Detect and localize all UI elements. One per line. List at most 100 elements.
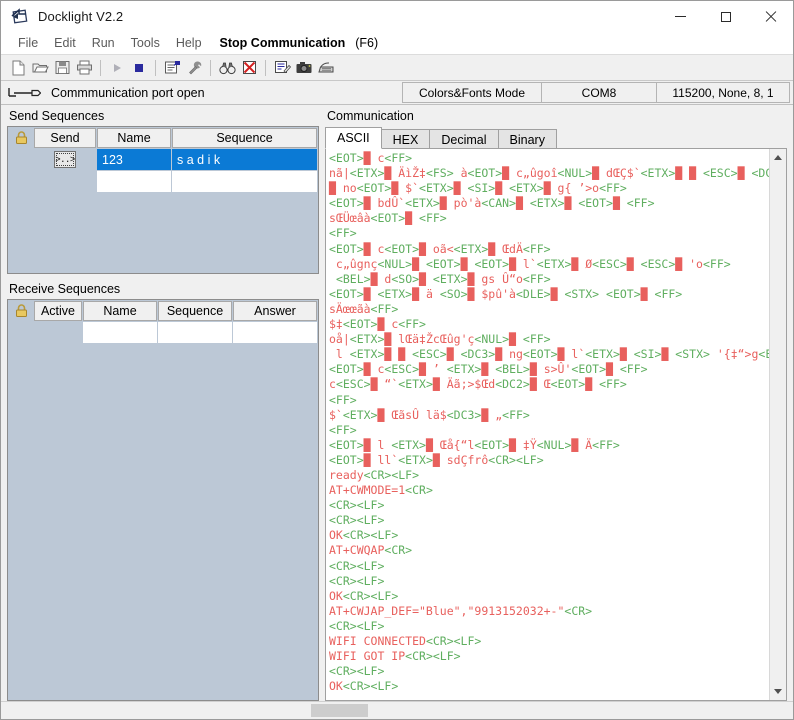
chevron-up-icon <box>774 155 782 160</box>
data-token: oå| <box>329 332 350 347</box>
active-column-header[interactable]: Active <box>34 301 82 321</box>
control-token: <CR><LF> <box>329 558 385 573</box>
data-token: █ oã< <box>419 241 454 256</box>
table-row[interactable]: >..> 123 s a d i k <box>8 149 318 170</box>
menu-help[interactable]: Help <box>168 34 210 53</box>
padlock-icon[interactable] <box>9 301 33 321</box>
maximize-button[interactable] <box>703 1 748 32</box>
communication-log-line: <EOT>█ c<FF> <box>329 151 769 166</box>
send-sequence-button[interactable]: >..> <box>54 151 76 168</box>
send-row-sequence[interactable] <box>172 171 317 192</box>
clear-red-x-icon[interactable] <box>238 57 260 78</box>
communication-log-line: <CR><LF> <box>329 559 769 574</box>
scroll-up-button[interactable] <box>770 149 786 166</box>
data-token: █ <box>626 256 641 271</box>
print-icon[interactable] <box>73 57 95 78</box>
control-token: <ETX> <box>419 181 454 196</box>
tab-binary[interactable]: Binary <box>497 129 557 149</box>
table-row[interactable] <box>8 322 318 343</box>
find-binoculars-icon[interactable] <box>216 57 238 78</box>
new-file-icon[interactable] <box>7 57 29 78</box>
data-token: █ <box>495 181 510 196</box>
menu-edit[interactable]: Edit <box>46 34 84 53</box>
communication-log-line: <CR><LF> <box>329 513 769 528</box>
toolbar <box>1 54 793 81</box>
send-row-name[interactable] <box>97 171 171 192</box>
name-column-header[interactable]: Name <box>97 128 171 148</box>
data-token: OK <box>329 679 343 694</box>
menu-run[interactable]: Run <box>84 34 123 53</box>
run-play-icon[interactable] <box>106 57 128 78</box>
tab-ascii[interactable]: ASCII <box>325 127 382 149</box>
control-token: <ETX> <box>349 166 385 181</box>
sequence-column-header[interactable]: Sequence <box>158 301 232 321</box>
communication-title: Communication <box>327 109 414 123</box>
data-token: █ Œå{“l <box>425 437 475 452</box>
data-token: █ <box>606 362 620 377</box>
control-token: <CAN> <box>481 196 516 211</box>
menu-stop-communication[interactable]: Stop Communication <box>210 34 354 53</box>
camera-snapshot-icon[interactable] <box>293 57 315 78</box>
com-port-cell[interactable]: COM8 <box>541 82 657 103</box>
send-column-header[interactable]: Send <box>34 128 96 148</box>
control-token: <BEL> <box>335 271 371 286</box>
data-token: █ gs Û“o <box>467 271 523 286</box>
open-folder-icon[interactable] <box>29 57 51 78</box>
menu-tools[interactable]: Tools <box>123 34 168 53</box>
sequence-column-header[interactable]: Sequence <box>172 128 317 148</box>
communication-log[interactable]: <EOT>█ c<FF> nã|<ETX>█ ÄìŽ‡<FS> à<EOT>█ c… <box>326 149 769 700</box>
control-token: <ETX> <box>453 241 489 256</box>
toolbar-separator <box>100 59 101 76</box>
control-token: <EOT> <box>329 241 364 256</box>
receive-row-answer[interactable] <box>233 322 317 343</box>
scroll-down-button[interactable] <box>770 683 786 700</box>
control-token: <FF> <box>619 362 648 377</box>
connection-status-bar: Commmunication port open Colors&Fonts Mo… <box>1 81 793 105</box>
data-token: █ $` <box>391 181 420 196</box>
save-disk-icon[interactable] <box>51 57 73 78</box>
data-token: █ sdÇfrô <box>432 452 489 467</box>
control-token: <ETX> <box>349 347 385 362</box>
keyboard-console-icon[interactable] <box>315 57 337 78</box>
row-gutter <box>9 171 33 192</box>
name-column-header[interactable]: Name <box>83 301 157 321</box>
data-token: █ <box>412 256 426 271</box>
port-parameters-cell[interactable]: 115200, None, 8, 1 <box>656 82 790 103</box>
hscroll-thumb[interactable] <box>311 704 368 717</box>
close-button[interactable] <box>748 1 793 32</box>
menu-bar: File Edit Run Tools Help Stop Communicat… <box>1 33 793 54</box>
communication-log-scrollbar[interactable] <box>769 149 786 700</box>
data-token: █ <box>405 211 420 226</box>
stop-square-icon[interactable] <box>128 57 150 78</box>
data-token: AT+CWJAP_DEF="Blue","9913152032+-" <box>329 603 565 618</box>
tab-decimal[interactable]: Decimal <box>429 129 499 149</box>
hscroll-track[interactable] <box>23 704 311 717</box>
colors-fonts-mode-cell[interactable]: Colors&Fonts Mode <box>402 82 542 103</box>
control-token: <FF> <box>522 271 551 286</box>
window-horizontal-scrollbar[interactable] <box>1 701 793 719</box>
wrench-icon[interactable] <box>183 57 205 78</box>
communication-log-line: oå|<ETX>█ lŒä‡ŽcŒûg'ç<NUL>█ <FF> <box>329 332 769 347</box>
toolbar-separator <box>155 59 156 76</box>
padlock-icon[interactable] <box>9 128 33 148</box>
receive-row-active[interactable] <box>34 322 82 343</box>
minimize-button[interactable] <box>658 1 703 32</box>
edit-notes-icon[interactable] <box>271 57 293 78</box>
menu-file[interactable]: File <box>10 34 46 53</box>
tab-hex[interactable]: HEX <box>380 129 431 149</box>
data-token: █ <box>661 347 676 362</box>
data-token: █ <box>550 286 565 301</box>
communication-log-line: $‡<EOT>█ c<FF> <box>329 317 769 332</box>
data-token: █ ä <box>412 286 440 301</box>
receive-row-name[interactable] <box>83 322 157 343</box>
data-token: AT+CWMODE=1 <box>329 483 406 498</box>
send-row-name[interactable]: 123 <box>97 149 171 170</box>
project-settings-icon[interactable] <box>161 57 183 78</box>
answer-column-header[interactable]: Answer <box>233 301 317 321</box>
table-row[interactable] <box>8 171 318 192</box>
control-token: <EOT> <box>522 347 558 362</box>
tab-strip-filler <box>555 128 787 149</box>
control-token: <FF> <box>329 226 357 241</box>
send-row-sequence[interactable]: s a d i k <box>172 149 317 170</box>
receive-row-sequence[interactable] <box>158 322 232 343</box>
